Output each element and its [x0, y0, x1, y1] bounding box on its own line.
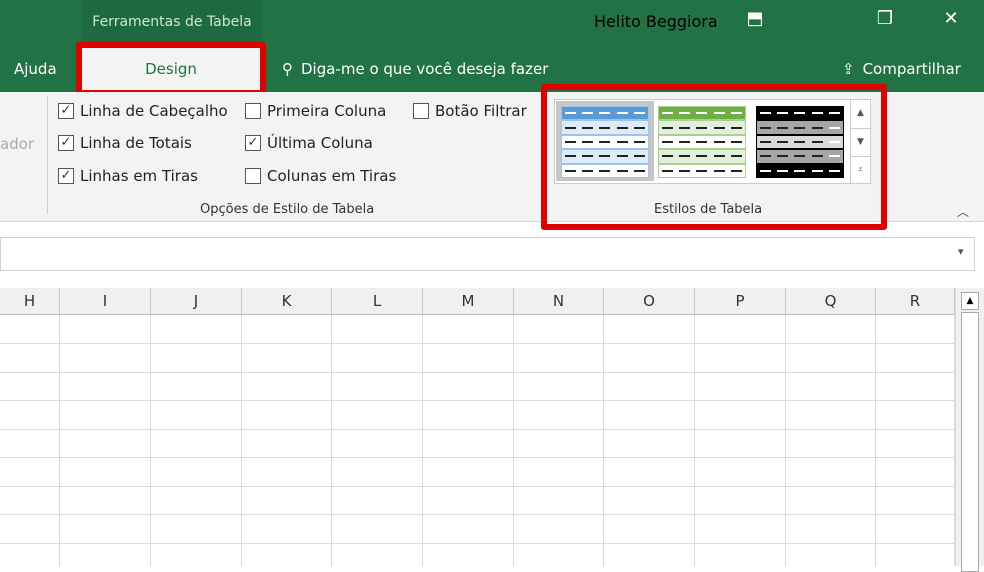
style-row [561, 149, 649, 164]
group-label-options: Opções de Estilo de Tabela [200, 202, 375, 217]
style-row [561, 120, 649, 135]
grid-line [0, 400, 955, 401]
style-row [756, 106, 844, 121]
style-row [561, 106, 649, 121]
column-header-I[interactable]: I [60, 288, 151, 315]
share-label: Compartilhar [862, 60, 961, 78]
grid-line [0, 457, 955, 458]
grid-line [241, 315, 242, 566]
context-tab-label: Ferramentas de Tabela [82, 0, 262, 46]
grid-line [0, 543, 955, 544]
restore-icon[interactable]: ❐ [870, 8, 900, 36]
grid-line [694, 315, 695, 566]
checkbox-last-column[interactable]: ✓ Última Coluna [245, 134, 373, 152]
tell-me-label: Diga-me o que você deseja fazer [301, 60, 549, 78]
grid-line [513, 315, 514, 566]
column-header-H[interactable]: H [0, 288, 60, 315]
share-icon: ⇪ [842, 60, 855, 78]
expand-formula-bar-icon[interactable]: ▾ [958, 245, 964, 258]
style-row [756, 120, 844, 135]
grid-line [0, 429, 955, 430]
truncated-label: ador [0, 135, 35, 153]
checkbox-filter-button[interactable]: Botão Filtrar [413, 102, 527, 120]
grid-line [603, 315, 604, 566]
grid-line [59, 315, 60, 566]
tab-design[interactable]: Design [76, 42, 266, 96]
grid-line [150, 315, 151, 566]
checkbox-total-row[interactable]: ✓ Linha de Totais [58, 134, 192, 152]
grid-line [0, 514, 955, 515]
share-button[interactable]: ⇪ Compartilhar [842, 60, 961, 78]
table-styles-gallery [554, 99, 871, 184]
tell-me-search[interactable]: ⚲ Diga-me o que você deseja fazer [282, 60, 548, 78]
table-style-green[interactable] [658, 106, 746, 178]
style-row [561, 134, 649, 150]
collapse-ribbon-icon[interactable]: ︿ [957, 203, 969, 220]
column-header-P[interactable]: P [695, 288, 786, 315]
column-header-Q[interactable]: Q [786, 288, 876, 315]
divider [47, 96, 48, 214]
column-header-K[interactable]: K [242, 288, 332, 315]
style-row [658, 134, 746, 150]
checkbox-first-column[interactable]: Primeira Coluna [245, 102, 386, 120]
style-row [658, 149, 746, 164]
style-row [561, 163, 649, 178]
group-label-styles: Estilos de Tabela [654, 202, 763, 217]
style-row [756, 134, 844, 150]
style-row [756, 163, 844, 178]
style-row [658, 120, 746, 135]
style-row [658, 163, 746, 178]
formula-bar[interactable] [0, 237, 975, 271]
vertical-scrollbar[interactable]: ▲ [955, 288, 984, 572]
column-header-M[interactable]: M [423, 288, 514, 315]
column-header-N[interactable]: N [514, 288, 604, 315]
style-row [756, 149, 844, 164]
checkbox-banded-rows[interactable]: ✓ Linhas em Tiras [58, 167, 198, 185]
close-icon[interactable]: ✕ [936, 8, 966, 36]
table-style-black[interactable] [756, 106, 844, 178]
grid-line [0, 372, 955, 373]
gallery-more[interactable]: ⩡ [850, 156, 870, 184]
checkbox-header-row[interactable]: ✓ Linha de Cabeçalho [58, 102, 228, 120]
table-style-blue[interactable] [561, 106, 649, 178]
grid-line [331, 315, 332, 566]
column-header-O[interactable]: O [604, 288, 695, 315]
column-header-J[interactable]: J [151, 288, 242, 315]
grid-line [0, 343, 955, 344]
gallery-scroll-down[interactable]: ▼ [850, 128, 870, 156]
tab-ajuda[interactable]: Ajuda [14, 60, 57, 78]
style-row [658, 106, 746, 121]
ribbon-display-options-icon[interactable]: ⬒ [740, 8, 770, 36]
column-headers: HIJKLMNOPQR [0, 288, 955, 315]
checkbox-banded-columns[interactable]: Colunas em Tiras [245, 167, 396, 185]
grid-line [875, 315, 876, 566]
grid-line [422, 315, 423, 566]
gallery-scroll-up[interactable]: ▲ [850, 100, 870, 128]
user-name[interactable]: Helito Beggiora [594, 12, 718, 31]
column-header-L[interactable]: L [332, 288, 423, 315]
column-header-R[interactable]: R [876, 288, 955, 315]
search-icon: ⚲ [282, 60, 293, 78]
grid-line [785, 315, 786, 566]
grid-line [0, 486, 955, 487]
